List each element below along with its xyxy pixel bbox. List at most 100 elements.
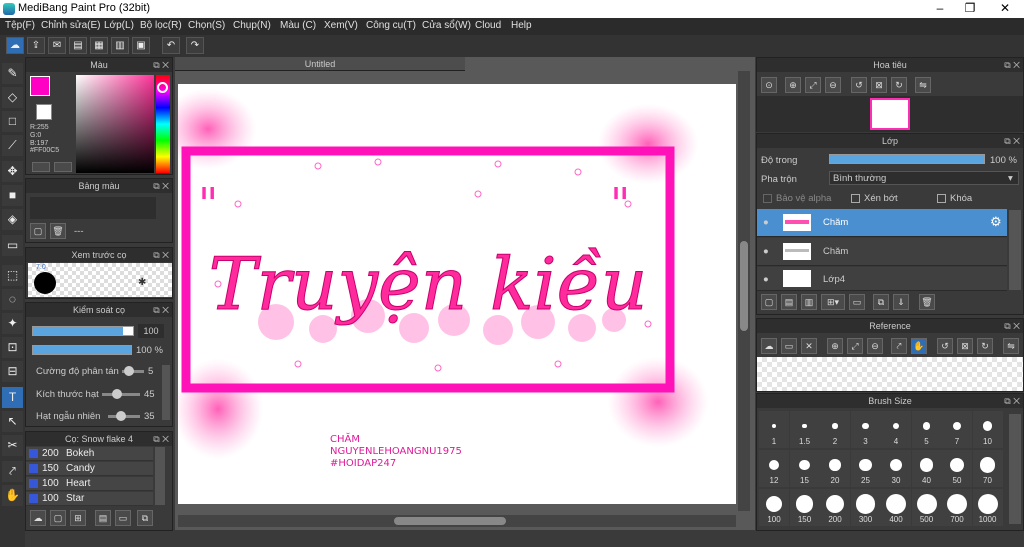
menu-edit[interactable]: Chỉnh sửa(E) xyxy=(41,20,101,31)
brush-size-cell[interactable]: 20 xyxy=(820,450,850,487)
zoom-fit-icon[interactable]: ⊙ xyxy=(761,77,777,93)
brush-size-cell[interactable]: 1 xyxy=(759,411,789,448)
menu-tools[interactable]: Công cụ(T) xyxy=(366,20,416,31)
visibility-icon[interactable]: ● xyxy=(763,246,769,257)
panel-controls-icon[interactable]: ⧉ ✕ xyxy=(153,248,169,262)
brush-size-cell[interactable]: 10 xyxy=(972,411,1003,448)
brush-size-scrollbar[interactable] xyxy=(1009,414,1021,524)
brush-size-cell[interactable]: 2 xyxy=(820,411,850,448)
panel-controls-icon[interactable]: ⧉ ✕ xyxy=(153,179,169,193)
rect-tool-icon[interactable]: □ xyxy=(2,111,23,132)
brush-size-cell[interactable]: 70 xyxy=(972,450,1003,487)
brush-size-cell[interactable]: 100 xyxy=(759,489,789,526)
layer-opacity-slider[interactable] xyxy=(829,154,985,164)
document-icon[interactable]: ▦ xyxy=(90,37,108,54)
lasso-tool-icon[interactable]: ◌ xyxy=(2,289,23,310)
panel-controls-icon[interactable]: ⧉ ✕ xyxy=(1004,319,1020,333)
rotate-right-icon[interactable]: ↻ xyxy=(977,338,993,354)
redo-icon[interactable]: ↷ xyxy=(186,37,204,54)
vertical-scroll-thumb[interactable] xyxy=(740,241,748,331)
navigator-view[interactable] xyxy=(757,96,1023,132)
brush-size-cell[interactable]: 1.5 xyxy=(789,411,820,448)
add-layer-menu-icon[interactable]: ⊞▾ xyxy=(821,294,845,310)
flip-icon[interactable]: ⇋ xyxy=(915,77,931,93)
select-eraser-icon[interactable]: ⊟ xyxy=(2,361,23,382)
new-halftone-layer-icon[interactable]: ▤ xyxy=(781,294,797,310)
brush-list-item[interactable]: 100 Star xyxy=(26,492,153,506)
gear-icon[interactable]: ⚙ xyxy=(990,214,1002,230)
menu-layer[interactable]: Lớp(L) xyxy=(104,20,134,31)
visibility-icon[interactable]: ● xyxy=(763,217,769,228)
line-tool-icon[interactable]: ⟋ xyxy=(2,135,23,156)
menu-select[interactable]: Chọn(S) xyxy=(188,20,225,31)
cloud-brush-icon[interactable]: ☁ xyxy=(30,510,46,526)
panel-controls-icon[interactable]: ⧉ ✕ xyxy=(153,303,169,317)
brush-size-cell[interactable]: 15 xyxy=(789,450,820,487)
brush-list-item[interactable]: 150 Candy xyxy=(26,462,153,476)
brush-list-item[interactable]: 100 Heart xyxy=(26,477,153,491)
brush-size-cell[interactable]: 500 xyxy=(911,489,942,526)
eyedropper-tool-icon[interactable]: ⤤ xyxy=(2,461,23,482)
brush-list-item[interactable]: 200 Bokeh xyxy=(26,447,153,461)
select-pen-icon[interactable]: ⊡ xyxy=(2,337,23,358)
share-icon[interactable]: ⇪ xyxy=(27,37,45,54)
new-8bit-layer-icon[interactable]: ▥ xyxy=(801,294,817,310)
panel-controls-icon[interactable]: ⧉ ✕ xyxy=(1004,58,1020,72)
brush-size-cell[interactable]: 25 xyxy=(850,450,881,487)
text-tool-icon[interactable]: T xyxy=(2,387,23,408)
open-file-icon[interactable]: ▭ xyxy=(781,338,797,354)
brush-size-cell[interactable]: 3 xyxy=(850,411,881,448)
brush-size-cell[interactable]: 30 xyxy=(881,450,911,487)
rotate-left-icon[interactable]: ↺ xyxy=(851,77,867,93)
blend-mode-select[interactable]: Bình thường ▾ xyxy=(829,171,1019,185)
fit-window-icon[interactable]: ⤢ xyxy=(805,77,821,93)
brush-size-cell[interactable]: 700 xyxy=(942,489,972,526)
magic-wand-icon[interactable]: ✦ xyxy=(2,313,23,334)
chat-icon[interactable]: ▤ xyxy=(69,37,87,54)
menu-window[interactable]: Cửa sổ(W) xyxy=(422,20,471,31)
brush-size-cell[interactable]: 5 xyxy=(911,411,942,448)
panel-controls-icon[interactable]: ⧉ ✕ xyxy=(153,432,169,446)
maximize-button[interactable]: ❐ xyxy=(955,1,985,15)
menu-cloud[interactable]: Cloud xyxy=(475,20,501,31)
new-layer-icon[interactable]: ▢ xyxy=(761,294,777,310)
grain-knob[interactable] xyxy=(112,389,122,399)
zoom-in-icon[interactable]: ⊕ xyxy=(785,77,801,93)
brush-size-cell[interactable]: 1000 xyxy=(972,489,1003,526)
brush-size-cell[interactable]: 40 xyxy=(911,450,942,487)
color-mode-button[interactable] xyxy=(32,162,50,172)
brush-size-cell[interactable]: 12 xyxy=(759,450,789,487)
panel-controls-icon[interactable]: ⧉ ✕ xyxy=(1004,134,1020,148)
hand-tool-icon[interactable]: ✋ xyxy=(2,485,23,506)
undo-icon[interactable]: ↶ xyxy=(162,37,180,54)
panel-controls-icon[interactable]: ⧉ ✕ xyxy=(153,58,169,72)
saturation-value-picker[interactable] xyxy=(76,75,154,173)
fit-window-icon[interactable]: ⤢ xyxy=(847,338,863,354)
operation-tool-icon[interactable]: ↖ xyxy=(2,411,23,432)
menu-file[interactable]: Tệp(F) xyxy=(5,20,35,31)
reference-view[interactable] xyxy=(757,357,1023,391)
layer-row[interactable]: ● Lớp4 xyxy=(757,267,1007,291)
add-palette-icon[interactable]: ▢ xyxy=(30,223,46,239)
brush-size-cell[interactable]: 200 xyxy=(820,489,850,526)
reset-view-icon[interactable]: ⊠ xyxy=(871,77,887,93)
brush-size-value[interactable]: 100 xyxy=(138,324,164,338)
brush-tool-icon[interactable]: ✎ xyxy=(2,63,23,84)
visibility-icon[interactable]: ● xyxy=(763,274,769,285)
horizontal-scrollbar[interactable] xyxy=(178,515,736,527)
menu-snap[interactable]: Chụp(N) xyxy=(233,20,271,31)
divide-tool-icon[interactable]: ✂ xyxy=(2,435,23,456)
add-brush-icon[interactable]: ⊞ xyxy=(70,510,86,526)
new-brush-icon[interactable]: ▢ xyxy=(50,510,66,526)
panel-controls-icon[interactable]: ⧉ ✕ xyxy=(1004,394,1020,408)
vertical-scrollbar[interactable] xyxy=(738,71,750,511)
brush-size-cell[interactable]: 4 xyxy=(881,411,911,448)
foreground-color-swatch[interactable] xyxy=(30,76,50,96)
bucket-tool-icon[interactable]: ◈ xyxy=(2,209,23,230)
rotate-right-icon[interactable]: ↻ xyxy=(891,77,907,93)
layer-row-selected[interactable]: ● Chăm ⚙ xyxy=(757,209,1007,237)
background-color-swatch[interactable] xyxy=(36,104,52,120)
protect-alpha-checkbox[interactable] xyxy=(763,194,772,203)
tab-untitled[interactable]: Untitled xyxy=(175,57,465,71)
zoom-out-icon[interactable]: ⊖ xyxy=(825,77,841,93)
